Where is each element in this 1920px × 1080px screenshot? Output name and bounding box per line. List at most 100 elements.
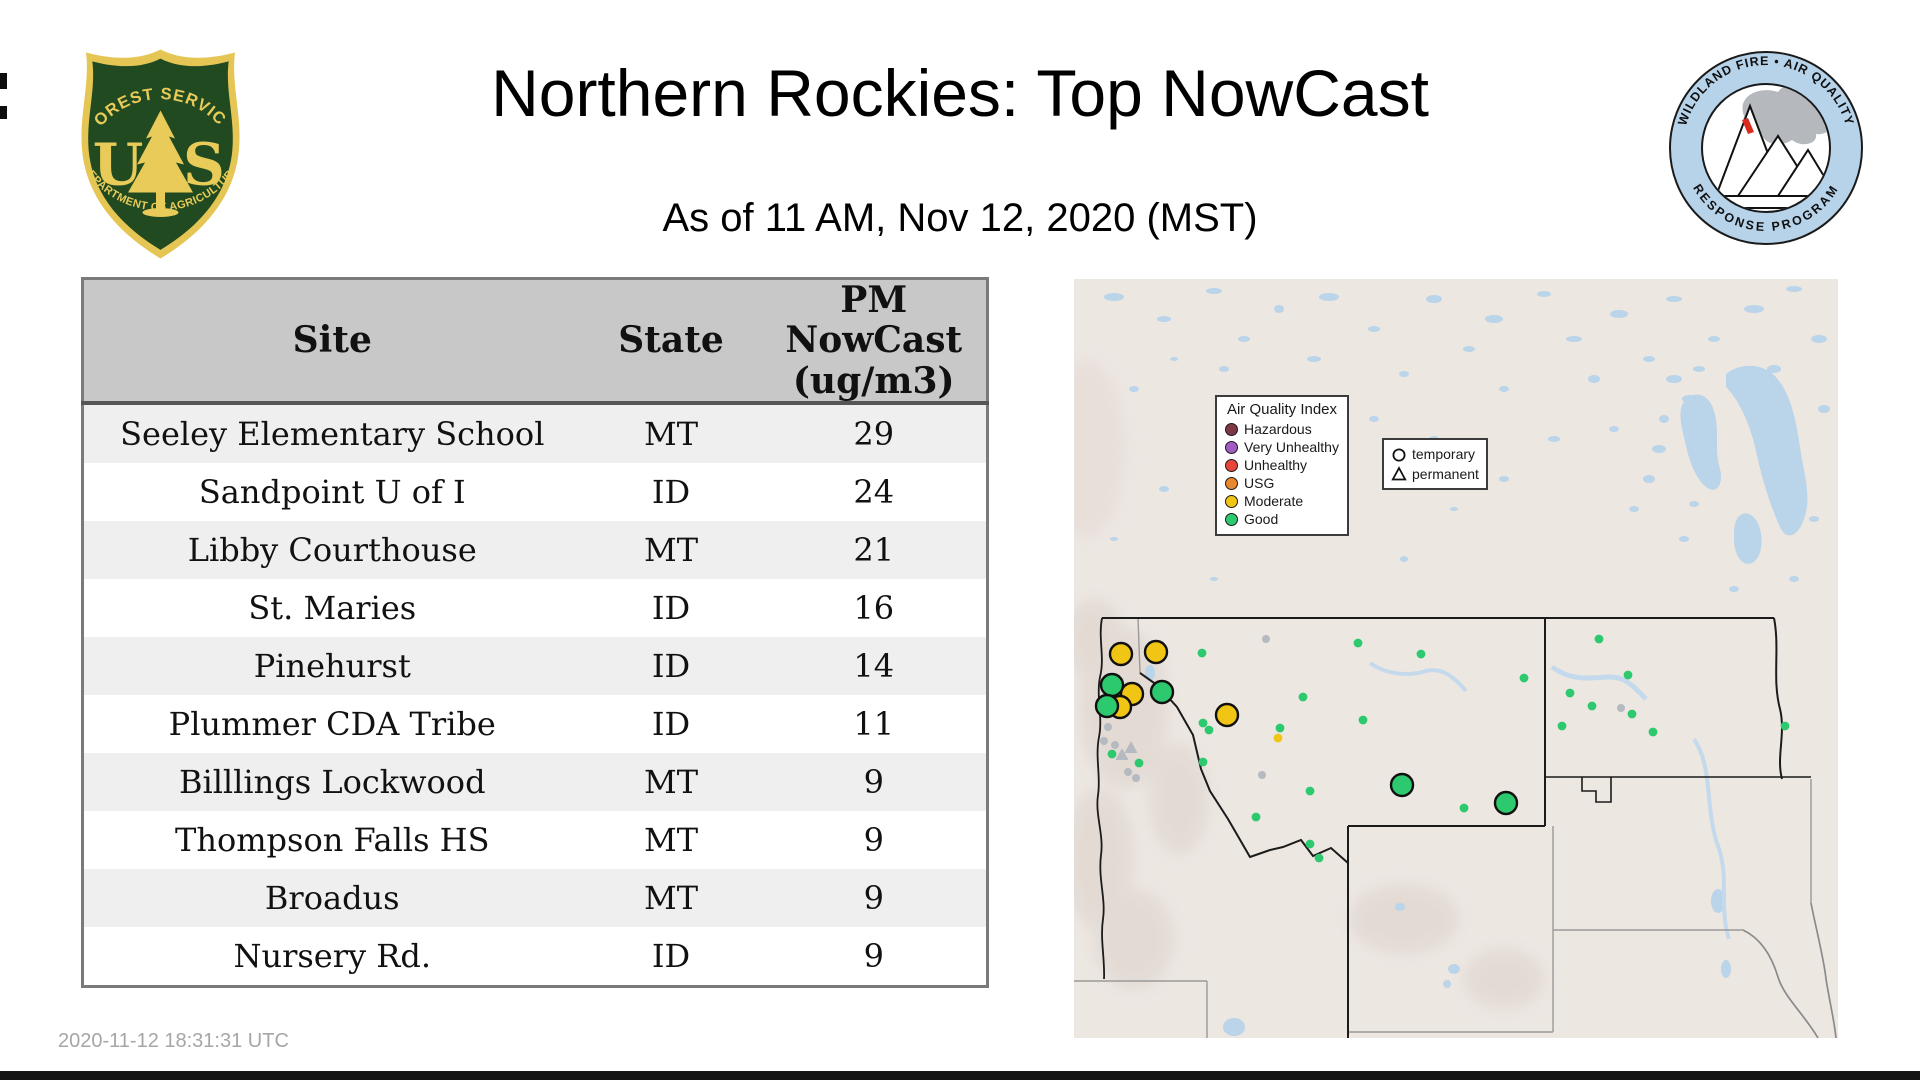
aqi-color-dot-icon (1225, 459, 1238, 472)
site-cell: Nursery Rd. (83, 927, 581, 987)
map-marker (1274, 734, 1283, 743)
permanent-label: permanent (1412, 466, 1479, 482)
table-body: Seeley Elementary SchoolMT29Sandpoint U … (83, 403, 988, 987)
state-cell: MT (581, 403, 762, 463)
symbol-key-row-temporary: temporary (1391, 444, 1486, 464)
value-cell: 9 (762, 753, 988, 811)
map-marker (1276, 724, 1285, 733)
table-row: Thompson Falls HSMT9 (83, 811, 988, 869)
site-cell: Billlings Lockwood (83, 753, 581, 811)
table-row: Billlings LockwoodMT9 (83, 753, 988, 811)
table-row: PinehurstID14 (83, 637, 988, 695)
state-cell: ID (581, 927, 762, 987)
map-marker (1315, 854, 1324, 863)
map-marker (1391, 774, 1413, 796)
value-cell: 9 (762, 869, 988, 927)
map-marker (1216, 704, 1238, 726)
map-marker (1306, 840, 1315, 849)
aqi-color-dot-icon (1225, 423, 1238, 436)
aqi-color-dot-icon (1225, 495, 1238, 508)
column-header-pm-nowcast: PM NowCast (ug/m3) (762, 279, 988, 404)
bottom-border-bar (0, 1071, 1920, 1080)
table-row: Plummer CDA TribeID11 (83, 695, 988, 753)
map-marker (1495, 792, 1517, 814)
map-marker (1595, 635, 1604, 644)
temporary-circle-icon (1391, 446, 1407, 462)
map-marker (1199, 758, 1208, 767)
map-marker (1628, 710, 1637, 719)
map-marker (1359, 716, 1368, 725)
table-row: BroadusMT9 (83, 869, 988, 927)
aqi-item-label: Very Unhealthy (1244, 439, 1339, 456)
table-row: Sandpoint U of IID24 (83, 463, 988, 521)
map-marker (1198, 649, 1207, 658)
aqi-item-label: Moderate (1244, 493, 1303, 510)
state-cell: MT (581, 869, 762, 927)
aqi-item-label: Hazardous (1244, 421, 1312, 438)
symbol-key-row-permanent: permanent (1391, 464, 1486, 484)
column-header-site: Site (83, 279, 581, 404)
map-marker (1135, 759, 1144, 768)
site-cell: Seeley Elementary School (83, 403, 581, 463)
map-marker (1205, 726, 1214, 735)
map-marker (1104, 723, 1112, 731)
footer-timestamp: 2020-11-12 18:31:31 UTC (58, 1030, 289, 1053)
value-cell: 21 (762, 521, 988, 579)
map-marker (1108, 750, 1117, 759)
map-marker (1252, 813, 1261, 822)
aqi-legend-item: Very Unhealthy (1225, 439, 1347, 456)
symbol-key: temporary permanent (1382, 438, 1488, 490)
map-marker (1624, 671, 1633, 680)
nowcast-table: Site State PM NowCast (ug/m3) Seeley Ele… (81, 277, 989, 988)
site-cell: Plummer CDA Tribe (83, 695, 581, 753)
page-root: { "header": { "title": "Northern Rockies… (0, 0, 1920, 1080)
table-row: Libby CourthouseMT21 (83, 521, 988, 579)
column-header-state: State (581, 279, 762, 404)
state-cell: MT (581, 753, 762, 811)
state-cell: ID (581, 463, 762, 521)
value-cell: 14 (762, 637, 988, 695)
aqi-legend-item: Moderate (1225, 493, 1347, 510)
map-marker (1145, 641, 1167, 663)
state-cell: ID (581, 637, 762, 695)
table-row: Nursery Rd.ID9 (83, 927, 988, 987)
map-marker (1588, 702, 1597, 711)
map-marker (1101, 674, 1123, 696)
state-cell: ID (581, 695, 762, 753)
value-cell: 24 (762, 463, 988, 521)
aqi-color-dot-icon (1225, 477, 1238, 490)
table-header: Site State PM NowCast (ug/m3) (83, 279, 988, 404)
site-cell: Thompson Falls HS (83, 811, 581, 869)
state-cell: ID (581, 579, 762, 637)
map-marker (1566, 689, 1575, 698)
page-title: Northern Rockies: Top NowCast (0, 55, 1920, 131)
aqi-legend-item: USG (1225, 475, 1347, 492)
aqi-legend-title: Air Quality Index (1217, 401, 1347, 418)
value-cell: 29 (762, 403, 988, 463)
map-marker (1306, 787, 1315, 796)
map-marker (1460, 804, 1469, 813)
aqi-legend-item: Unhealthy (1225, 457, 1347, 474)
map-marker (1199, 719, 1208, 728)
aqi-color-dot-icon (1225, 441, 1238, 454)
page-subtitle: As of 11 AM, Nov 12, 2020 (MST) (0, 196, 1920, 241)
temporary-label: temporary (1412, 446, 1475, 462)
table-row: Seeley Elementary SchoolMT29 (83, 403, 988, 463)
aqi-legend-items: HazardousVery UnhealthyUnhealthyUSGModer… (1217, 421, 1347, 528)
value-cell: 9 (762, 811, 988, 869)
aqi-legend-item: Hazardous (1225, 421, 1347, 438)
map-marker (1354, 639, 1363, 648)
table-row: St. MariesID16 (83, 579, 988, 637)
map-marker (1111, 741, 1119, 749)
map-marker (1258, 771, 1266, 779)
state-cell: MT (581, 811, 762, 869)
map-marker (1617, 704, 1625, 712)
aqi-item-label: Good (1244, 511, 1278, 528)
map-marker (1299, 693, 1308, 702)
state-cell: MT (581, 521, 762, 579)
value-cell: 11 (762, 695, 988, 753)
permanent-triangle-icon (1391, 466, 1407, 482)
map-marker (1781, 722, 1790, 731)
site-cell: Sandpoint U of I (83, 463, 581, 521)
site-cell: Libby Courthouse (83, 521, 581, 579)
